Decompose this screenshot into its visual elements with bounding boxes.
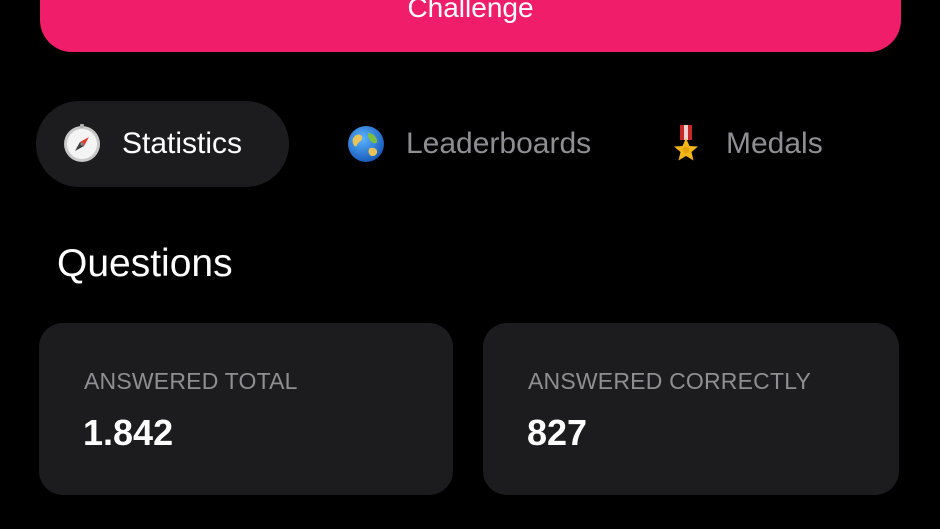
answered-total-value: 1.842 (83, 412, 174, 453)
tab-medals-label: Medals (726, 127, 823, 160)
tab-bar: Statistics Leaderboards Medals (36, 101, 896, 187)
tab-statistics[interactable]: Statistics (36, 101, 289, 187)
tab-leaderboards-label: Leaderboards (406, 127, 592, 160)
tab-medals[interactable]: Medals (660, 101, 880, 187)
compass-icon (62, 124, 102, 164)
answered-correctly-card: ANSWERED CORRECTLY 827 (483, 323, 899, 495)
globe-icon (346, 124, 386, 164)
challenge-button-label: Challenge (407, 0, 534, 23)
answered-total-card: ANSWERED TOTAL 1.842 (39, 323, 453, 495)
section-title: Questions (57, 242, 233, 285)
tab-leaderboards[interactable]: Leaderboards (340, 101, 630, 187)
answered-correctly-value: 827 (527, 412, 588, 453)
answered-correctly-label: ANSWERED CORRECTLY (528, 368, 812, 394)
challenge-button[interactable]: Challenge (40, 0, 901, 52)
stats-screen: Challenge Statistics Leaderboards Medals… (0, 0, 940, 529)
tab-statistics-label: Statistics (122, 127, 243, 160)
answered-total-label: ANSWERED TOTAL (84, 368, 298, 394)
medal-icon (666, 124, 706, 164)
